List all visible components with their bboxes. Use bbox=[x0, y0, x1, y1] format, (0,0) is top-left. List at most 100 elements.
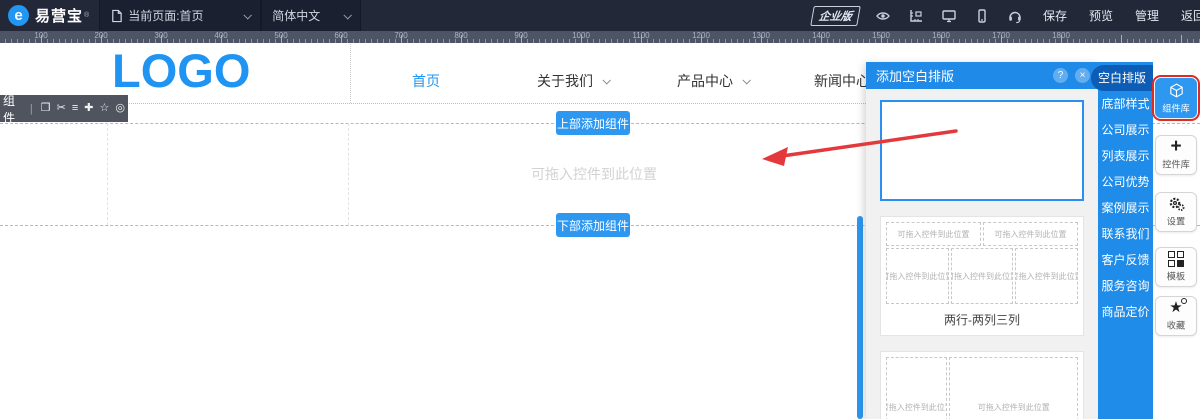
layout-option-blank[interactable] bbox=[880, 100, 1084, 201]
tab-product-pricing[interactable]: 商品定价 bbox=[1098, 299, 1153, 325]
ruler-label: 1700 bbox=[992, 31, 1010, 40]
tab-footer-style[interactable]: 底部样式 bbox=[1098, 91, 1153, 117]
ruler-label: 100 bbox=[34, 31, 48, 40]
canvas-scrollbar[interactable] bbox=[857, 216, 863, 419]
support-headset-button[interactable] bbox=[999, 0, 1032, 31]
ruler-label: 1600 bbox=[932, 31, 950, 40]
component-hover-toolbar: 组件 | ❐ ✂ ≡ ✚ ☆ ◎ bbox=[0, 94, 128, 125]
ruler-label: 1000 bbox=[572, 31, 590, 40]
panel-title: 添加空白排版 bbox=[876, 69, 955, 84]
control-library-button[interactable]: + 控件库 bbox=[1155, 135, 1197, 175]
ruler-label: 1500 bbox=[872, 31, 890, 40]
brand-trademark: ® bbox=[84, 12, 90, 19]
current-page-dropdown[interactable]: 当前页面:首页 bbox=[99, 0, 262, 31]
layout-option-one-row-two-cols[interactable]: 可拖入控件到此位置 可拖入控件到此位置 bbox=[880, 351, 1084, 419]
layout-option-two-rows[interactable]: 可拖入控件到此位置 可拖入控件到此位置 可拖入控件到此位置 可拖入控件到此位置 … bbox=[880, 216, 1084, 336]
topbar-actions: 企业版 保存 预览 管理 返回 bbox=[810, 0, 1200, 31]
layout-cell: 可拖入控件到此位置 bbox=[950, 248, 1014, 304]
site-logo-text[interactable]: LOGO bbox=[112, 46, 250, 96]
canvas-guide-line bbox=[107, 123, 108, 225]
save-button[interactable]: 保存 bbox=[1032, 0, 1078, 31]
chevron-down-icon bbox=[602, 76, 611, 85]
editor-window: e 易营宝 ® 当前页面:首页 简体中文 企业版 保存 预览 管理 返回 100… bbox=[0, 0, 1200, 419]
ruler-tool-button[interactable] bbox=[900, 0, 933, 31]
templates-button[interactable]: 模板 bbox=[1155, 247, 1197, 287]
component-toolbar-label: 组件 bbox=[3, 93, 16, 125]
drop-zone-hint: 可拖入控件到此位置 bbox=[531, 166, 657, 182]
header-column-divider bbox=[350, 42, 351, 103]
visibility-icon[interactable]: ◎ bbox=[115, 103, 125, 114]
desktop-view-button[interactable] bbox=[933, 0, 966, 31]
tab-case-display[interactable]: 案例展示 bbox=[1098, 195, 1153, 221]
top-bar: e 易营宝 ® 当前页面:首页 简体中文 企业版 保存 预览 管理 返回 bbox=[0, 0, 1200, 31]
nav-products-label: 产品中心 bbox=[677, 73, 733, 89]
app-logo[interactable]: e 易营宝 ® bbox=[0, 0, 99, 31]
nav-item-about[interactable]: 关于我们 bbox=[537, 71, 611, 91]
tab-blank-layout[interactable]: 空白排版 bbox=[1091, 65, 1153, 91]
ruler-label: 1400 bbox=[812, 31, 830, 40]
panel-header[interactable]: 添加空白排版 ? × bbox=[866, 62, 1098, 89]
back-button[interactable]: 返回 bbox=[1170, 0, 1200, 31]
ruler-label: 900 bbox=[514, 31, 528, 40]
ruler-label: 1800 bbox=[1052, 31, 1070, 40]
language-label: 简体中文 bbox=[272, 9, 321, 23]
language-dropdown[interactable]: 简体中文 bbox=[261, 0, 362, 31]
tab-list-display[interactable]: 列表展示 bbox=[1098, 143, 1153, 169]
move-icon[interactable]: ✚ bbox=[84, 103, 93, 114]
ruler-label: 300 bbox=[154, 31, 168, 40]
layout-cell: 可拖入控件到此位置 bbox=[886, 357, 948, 419]
add-blank-layout-panel: 添加空白排版 ? × 可拖入控件到此位置 可拖入控件到此位置 可拖入控件到此位置… bbox=[866, 62, 1098, 419]
ruler-label: 200 bbox=[94, 31, 108, 40]
layout-cell: 可拖入控件到此位置 bbox=[1015, 248, 1078, 304]
chevron-down-icon bbox=[742, 76, 751, 85]
favorite-icon[interactable]: ☆ bbox=[100, 103, 110, 114]
nav-item-home[interactable]: 首页 bbox=[412, 71, 440, 91]
layers-icon[interactable]: ≡ bbox=[72, 103, 78, 114]
manage-button[interactable]: 管理 bbox=[1124, 0, 1170, 31]
tab-contact-us[interactable]: 联系我们 bbox=[1098, 221, 1153, 247]
add-component-below-button[interactable]: 下部添加组件 bbox=[556, 213, 630, 237]
canvas-guide-line bbox=[348, 123, 349, 225]
cut-icon[interactable]: ✂ bbox=[57, 103, 66, 114]
layout-cell: 可拖入控件到此位置 bbox=[983, 222, 1078, 246]
visibility-toggle-button[interactable] bbox=[867, 0, 900, 31]
ruler-label: 1200 bbox=[692, 31, 710, 40]
help-button[interactable]: ? bbox=[1053, 68, 1068, 83]
tool-label: 控件库 bbox=[1162, 160, 1190, 171]
component-library-button[interactable]: 组件库 bbox=[1152, 75, 1200, 121]
nav-item-products[interactable]: 产品中心 bbox=[677, 71, 751, 91]
favorites-button[interactable]: ★ 收藏 bbox=[1155, 296, 1197, 336]
layout-category-sidebar: 空白排版 底部样式 公司展示 列表展示 公司优势 案例展示 联系我们 客户反馈 … bbox=[1091, 62, 1153, 419]
layout-cell: 可拖入控件到此位置 bbox=[886, 222, 981, 246]
preview-button[interactable]: 预览 bbox=[1078, 0, 1124, 31]
ruler-major-ticks bbox=[0, 35, 1200, 43]
layout-caption: 两行-两列三列 bbox=[944, 313, 1020, 327]
tool-label: 设置 bbox=[1166, 217, 1186, 228]
tab-company-advantage[interactable]: 公司优势 bbox=[1098, 169, 1153, 195]
settings-button[interactable]: 设置 bbox=[1155, 192, 1197, 232]
tab-service-inquiry[interactable]: 服务咨询 bbox=[1098, 273, 1153, 299]
tab-company-display[interactable]: 公司展示 bbox=[1098, 117, 1153, 143]
ruler-label: 700 bbox=[394, 31, 408, 40]
gear-icon bbox=[1168, 196, 1185, 212]
brand-circle-icon: e bbox=[8, 5, 29, 26]
chevron-down-icon bbox=[343, 10, 353, 20]
tab-customer-feedback[interactable]: 客户反馈 bbox=[1098, 247, 1153, 273]
ruler-label: 1300 bbox=[752, 31, 770, 40]
ruler-label: 1100 bbox=[632, 31, 650, 40]
close-button[interactable]: × bbox=[1075, 68, 1090, 83]
add-component-above-button[interactable]: 上部添加组件 bbox=[556, 111, 630, 135]
tool-label: 收藏 bbox=[1166, 321, 1186, 332]
chevron-down-icon bbox=[243, 10, 253, 20]
ruler-label: 500 bbox=[274, 31, 288, 40]
plus-icon: + bbox=[1170, 136, 1182, 157]
ruler-label: 600 bbox=[334, 31, 348, 40]
brand-name: 易营宝 bbox=[35, 8, 84, 25]
layout-cell: 可拖入控件到此位置 bbox=[886, 248, 949, 304]
tool-label: 模板 bbox=[1166, 272, 1186, 283]
page-doc-icon bbox=[110, 9, 123, 23]
mobile-view-button[interactable] bbox=[966, 0, 999, 31]
star-icon: ★ bbox=[1169, 298, 1187, 316]
nav-home-label: 首页 bbox=[412, 73, 440, 89]
copy-icon[interactable]: ❐ bbox=[41, 103, 51, 114]
